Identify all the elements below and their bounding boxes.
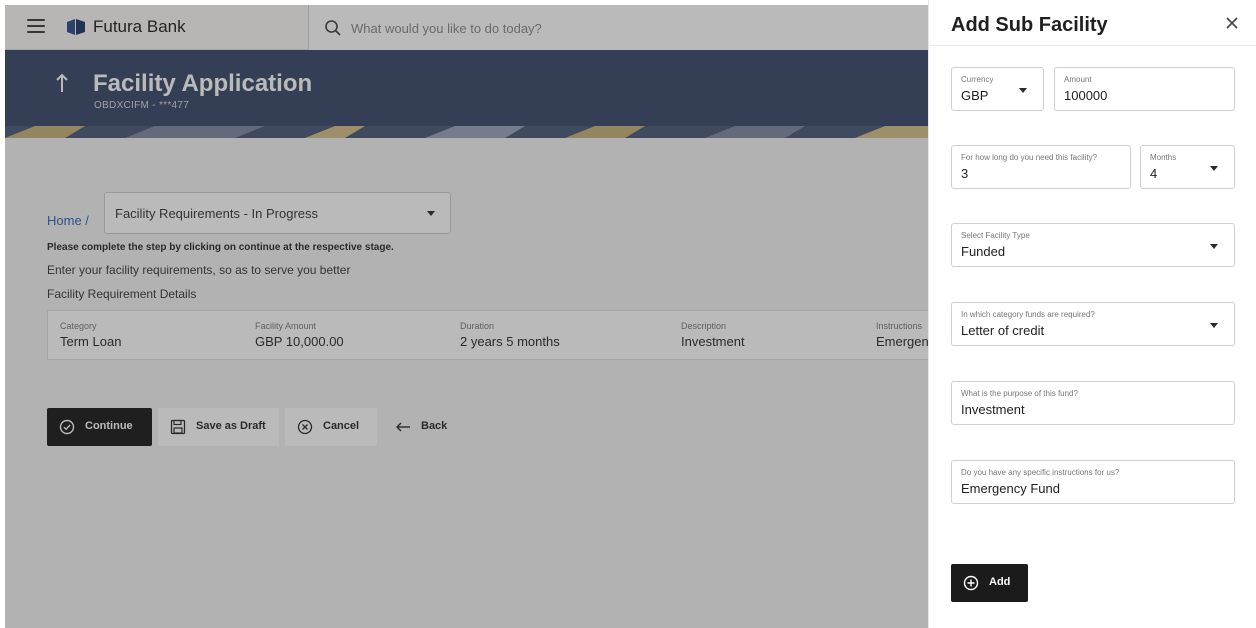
duration-unit-value: 4 <box>1150 166 1158 181</box>
facility-type-label: Select Facility Type <box>961 231 1030 240</box>
amount-label: Amount <box>1064 75 1092 84</box>
purpose-input[interactable]: What is the purpose of this fund? Invest… <box>951 381 1235 425</box>
plus-circle-icon <box>963 575 979 591</box>
facility-type-select[interactable]: Select Facility Type Funded <box>951 223 1235 267</box>
instructions-label: Do you have any specific instructions fo… <box>961 468 1120 477</box>
instructions-input[interactable]: Do you have any specific instructions fo… <box>951 460 1235 504</box>
purpose-value: Investment <box>961 402 1025 417</box>
instructions-value: Emergency Fund <box>961 481 1060 496</box>
add-label: Add <box>989 576 1011 588</box>
close-button[interactable] <box>1223 14 1241 32</box>
amount-value: 100000 <box>1064 88 1108 103</box>
purpose-label: What is the purpose of this fund? <box>961 389 1078 398</box>
currency-select[interactable]: Currency GBP <box>951 67 1044 111</box>
chevron-down-icon <box>1019 88 1027 93</box>
amount-input[interactable]: Amount 100000 <box>1054 67 1235 111</box>
panel-header: Add Sub Facility <box>929 0 1256 46</box>
panel-title: Add Sub Facility <box>951 14 1108 36</box>
modal-overlay[interactable] <box>5 5 928 628</box>
currency-label: Currency <box>961 75 994 84</box>
chevron-down-icon <box>1210 323 1218 328</box>
funds-category-value: Letter of credit <box>961 323 1045 338</box>
add-sub-facility-panel: Add Sub Facility Currency GBP Amount 100… <box>928 0 1256 628</box>
facility-type-value: Funded <box>961 244 1006 259</box>
close-icon <box>1226 17 1238 29</box>
duration-input[interactable]: For how long do you need this facility? … <box>951 145 1131 189</box>
add-button[interactable]: Add <box>951 564 1028 602</box>
currency-value: GBP <box>961 88 989 103</box>
duration-value: 3 <box>961 166 969 181</box>
chevron-down-icon <box>1210 166 1218 171</box>
funds-category-label: In which category funds are required? <box>961 310 1095 319</box>
duration-unit-select[interactable]: Months 4 <box>1140 145 1235 189</box>
funds-category-select[interactable]: In which category funds are required? Le… <box>951 302 1235 346</box>
duration-label: For how long do you need this facility? <box>961 153 1098 162</box>
chevron-down-icon <box>1210 244 1218 249</box>
duration-unit-label: Months <box>1150 153 1177 162</box>
